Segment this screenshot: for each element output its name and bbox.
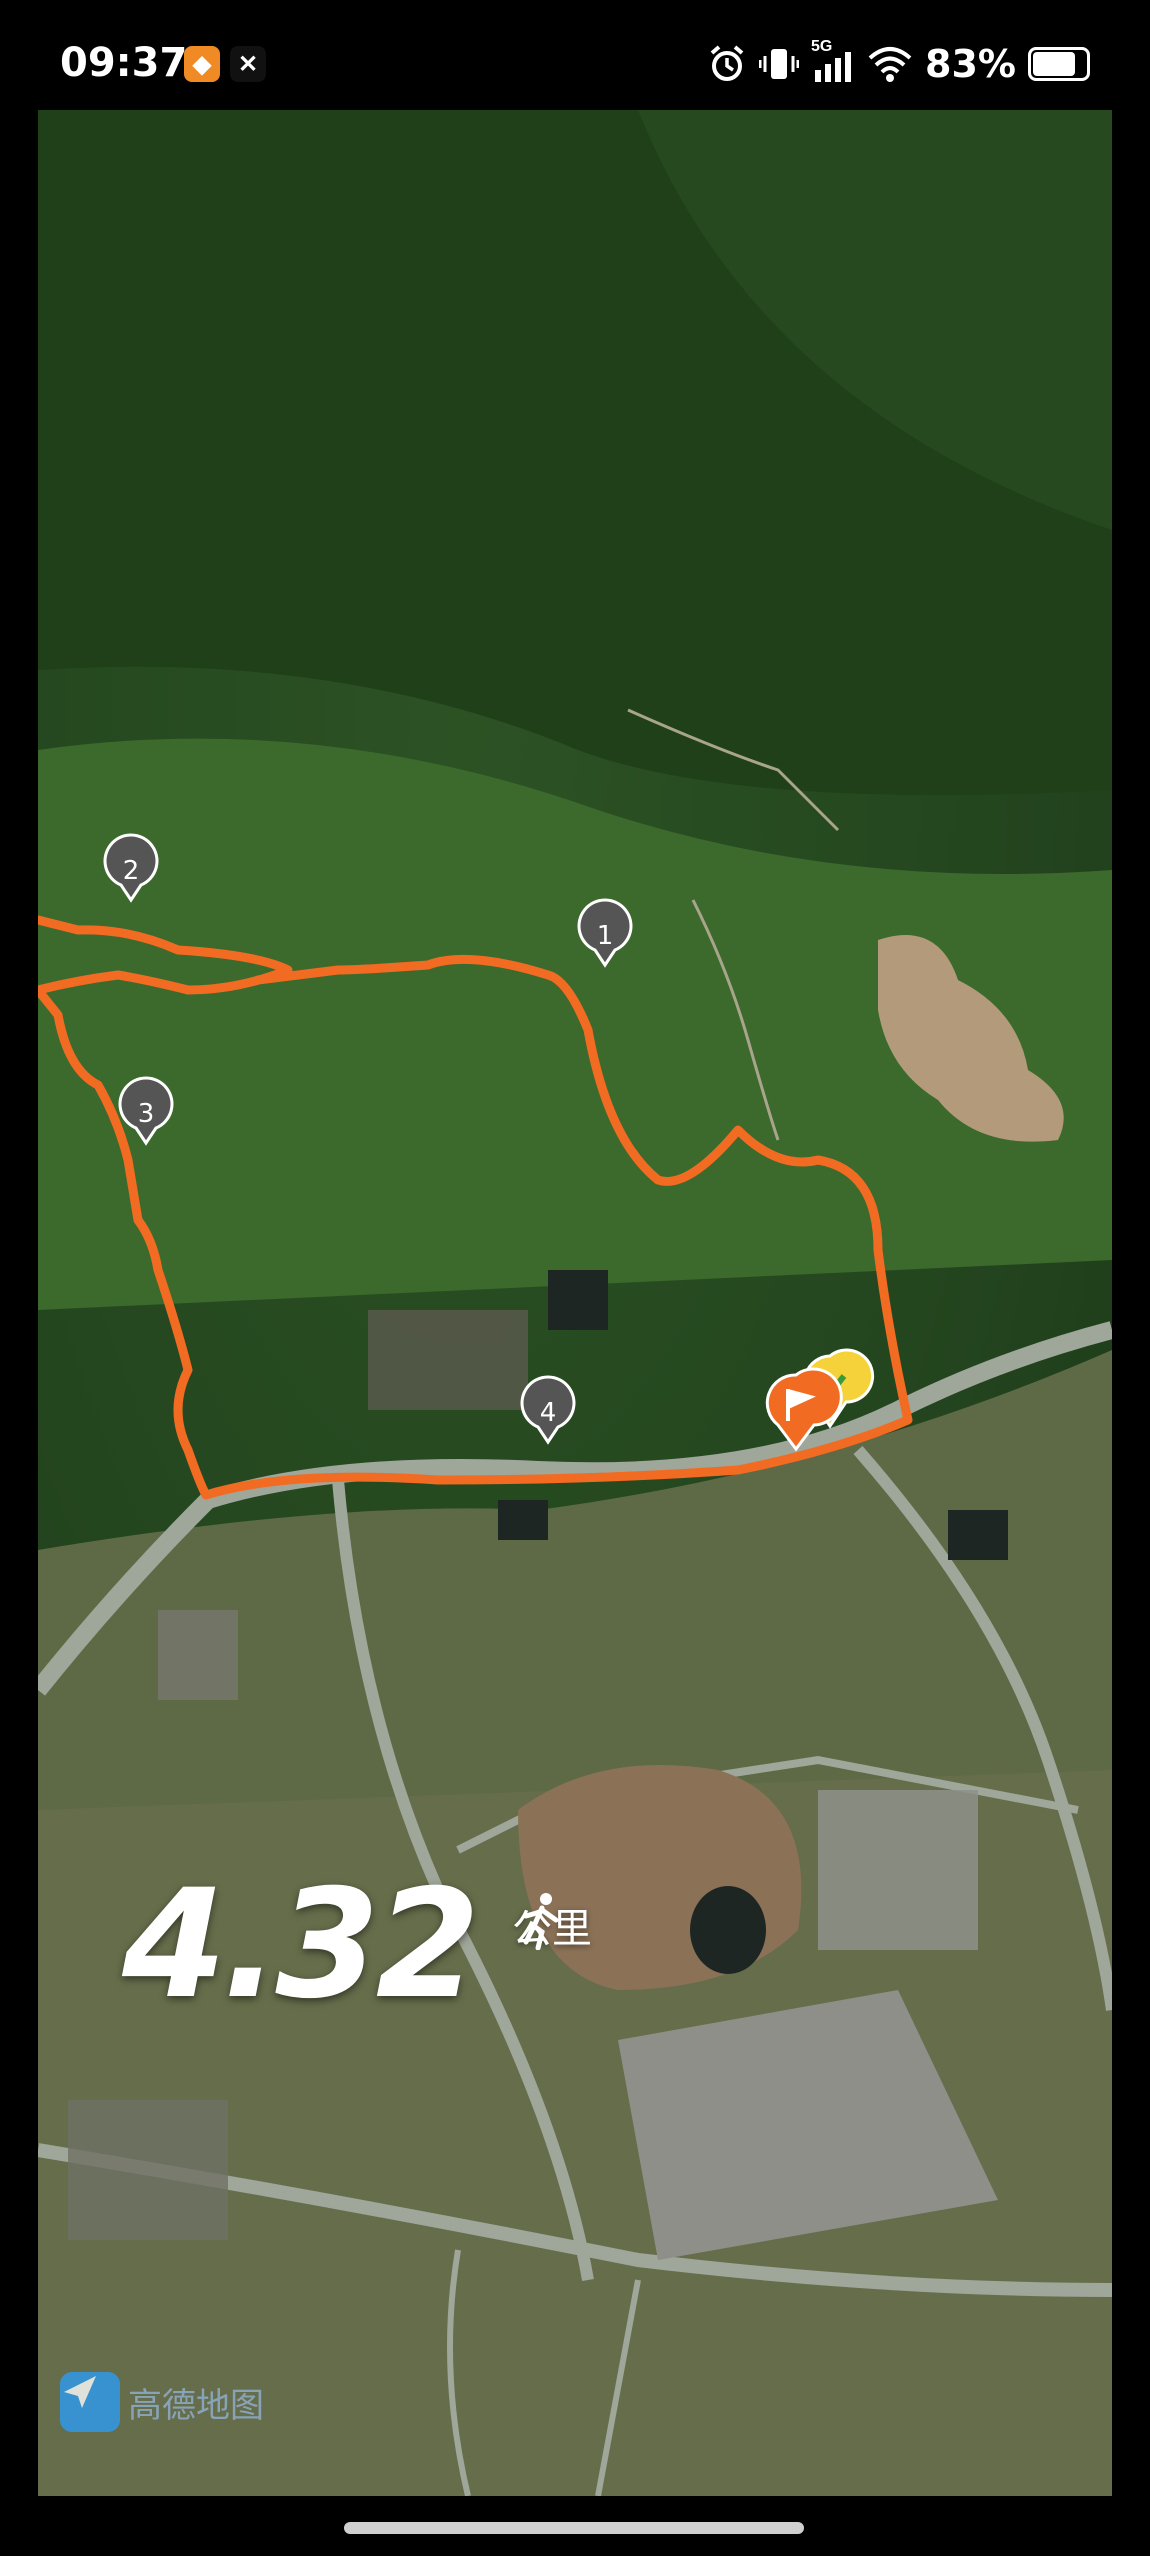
pond (690, 1886, 766, 1974)
status-time: 09:37 (60, 40, 188, 86)
distance-value: 4.32 (122, 1858, 480, 2032)
waypoint-label: 1 (597, 921, 614, 951)
home-indicator[interactable] (344, 2522, 804, 2534)
wifi-icon (868, 47, 912, 82)
map-watermark: 高德地图 (60, 2372, 264, 2432)
building-cluster (158, 1610, 238, 1700)
vibrate-icon (759, 49, 800, 79)
distance-overlay: 4.32 公里 (122, 1858, 592, 2032)
building-cluster (368, 1310, 528, 1410)
village-area (68, 2100, 228, 2240)
waypoint-label: 3 (138, 1099, 155, 1129)
battery-percent: 83% (925, 42, 1016, 86)
battery-icon (1028, 47, 1090, 81)
watermark-text: 高德地图 (128, 2385, 264, 2426)
walking-person-icon (523, 1893, 559, 1950)
battery-level-fill (1033, 52, 1076, 76)
alarm-icon (710, 45, 744, 81)
waypoint-label: 2 (123, 856, 140, 886)
satellite-map[interactable]: 2 1 3 4 (38, 110, 1112, 2496)
waypoint-label: 4 (540, 1398, 557, 1428)
status-bar: 09:37 ◆ ✕ 5G 83% (0, 0, 1150, 110)
park-area (518, 1765, 802, 1990)
app-badge-icon: ◆ (184, 46, 220, 82)
residential-block (818, 1790, 978, 1950)
signal-icon: 5G (811, 38, 855, 84)
map-view[interactable]: 2 1 3 4 4.32 公里 高德地图 (38, 110, 1112, 2496)
status-icons: 5G 83% (707, 38, 1090, 88)
app-badge-icon: ✕ (230, 46, 266, 82)
pond (548, 1270, 608, 1330)
pond (948, 1510, 1008, 1560)
pond (498, 1500, 548, 1540)
amap-logo-icon (60, 2372, 120, 2432)
